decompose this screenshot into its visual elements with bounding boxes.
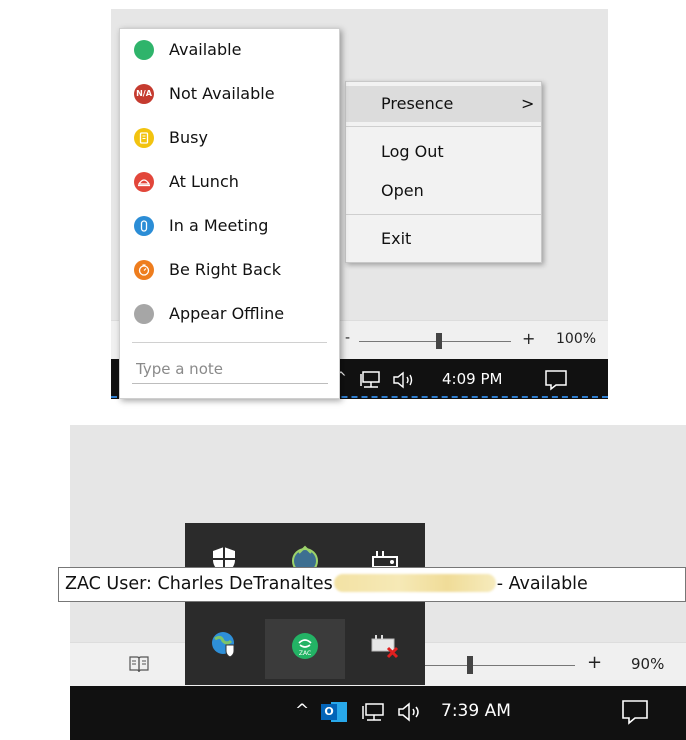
globe-shield-icon <box>212 632 235 658</box>
tray-icon-tooltip: ZAC User: Charles DeTranaltes - Available <box>58 567 686 602</box>
menu-separator <box>346 214 541 215</box>
zoom-out-button[interactable]: - <box>345 330 350 346</box>
not-available-icon: N/A <box>134 84 154 104</box>
in-a-meeting-icon <box>134 216 154 236</box>
disconnected-drive-icon <box>371 635 399 659</box>
menu-item-presence[interactable]: Presence > <box>346 86 541 122</box>
zoom-percentage[interactable]: 100% <box>556 331 596 347</box>
menu-item-exit-label: Exit <box>381 229 412 248</box>
presence-item-available[interactable]: Available <box>120 31 339 69</box>
svg-text:ZAC: ZAC <box>299 650 311 657</box>
presence-item-in-a-meeting[interactable]: In a Meeting <box>120 207 339 245</box>
at-lunch-icon <box>134 172 154 192</box>
menu-item-log-out-label: Log Out <box>381 142 444 161</box>
be-right-back-icon <box>134 260 154 280</box>
zoom-in-button[interactable]: + <box>522 329 535 348</box>
tooltip-status-text: - Available <box>496 574 588 594</box>
presence-item-label: In a Meeting <box>169 216 269 235</box>
zoom-percentage[interactable]: 90% <box>631 655 664 673</box>
tray-overflow-panel: ZAC <box>185 523 425 685</box>
presence-item-busy[interactable]: Busy <box>120 119 339 157</box>
tray-context-menu: Presence > Log Out Open Exit <box>345 81 542 263</box>
menu-item-log-out[interactable]: Log Out <box>346 134 541 170</box>
presence-item-label: Not Available <box>169 84 275 103</box>
volume-icon[interactable] <box>396 701 426 723</box>
tooltip-user-text: ZAC User: Charles DeTranaltes <box>65 574 333 594</box>
menu-item-presence-label: Presence <box>381 94 454 113</box>
tray-item-zac-presence[interactable]: ZAC <box>265 619 345 679</box>
taskbar-clock[interactable]: 7:39 AM <box>441 701 511 721</box>
presence-item-label: At Lunch <box>169 172 239 191</box>
read-mode-icon[interactable] <box>128 654 150 674</box>
submenu-arrow-icon: > <box>521 94 535 113</box>
bottom-taskbar: ^ O 7:39 AM <box>70 686 686 740</box>
zoom-slider-track[interactable] <box>359 341 511 342</box>
presence-submenu: Available N/A Not Available Busy At Lunc… <box>119 28 340 399</box>
available-dot-icon <box>134 40 154 60</box>
presence-item-label: Busy <box>169 128 208 147</box>
presence-item-not-available[interactable]: N/A Not Available <box>120 75 339 113</box>
redacted-email <box>333 574 496 592</box>
presence-item-label: Available <box>169 40 242 59</box>
tray-item-globe[interactable] <box>185 619 265 679</box>
presence-note-input[interactable] <box>132 355 328 384</box>
menu-item-exit[interactable]: Exit <box>346 221 541 257</box>
presence-item-label: Be Right Back <box>169 260 281 279</box>
taskbar-clock[interactable]: 4:09 PM <box>442 370 502 388</box>
note-separator <box>132 342 327 343</box>
zoom-slider-thumb[interactable] <box>467 656 473 674</box>
action-center-icon[interactable] <box>543 368 569 392</box>
presence-item-at-lunch[interactable]: At Lunch <box>120 163 339 201</box>
zoom-slider-track[interactable] <box>425 665 575 666</box>
zoom-slider-thumb[interactable] <box>436 333 442 349</box>
network-icon[interactable] <box>359 370 383 390</box>
busy-icon <box>134 128 154 148</box>
presence-item-be-right-back[interactable]: Be Right Back <box>120 251 339 289</box>
menu-separator <box>346 126 541 127</box>
tray-item-disconnected-drive[interactable] <box>345 619 425 679</box>
zac-presence-icon: ZAC <box>292 633 318 659</box>
menu-item-open[interactable]: Open <box>346 173 541 209</box>
presence-item-label: Appear Offline <box>169 304 285 323</box>
action-center-icon[interactable] <box>620 698 650 726</box>
outlook-icon[interactable]: O <box>321 699 347 725</box>
menu-item-open-label: Open <box>381 181 424 200</box>
zoom-in-button[interactable]: + <box>587 652 602 673</box>
network-icon[interactable] <box>361 702 387 724</box>
appear-offline-icon <box>134 304 154 324</box>
show-hidden-icons-button[interactable]: ^ <box>295 701 309 721</box>
presence-item-appear-offline[interactable]: Appear Offline <box>120 295 339 333</box>
volume-icon[interactable] <box>391 370 419 390</box>
outlook-letter: O <box>321 704 337 720</box>
